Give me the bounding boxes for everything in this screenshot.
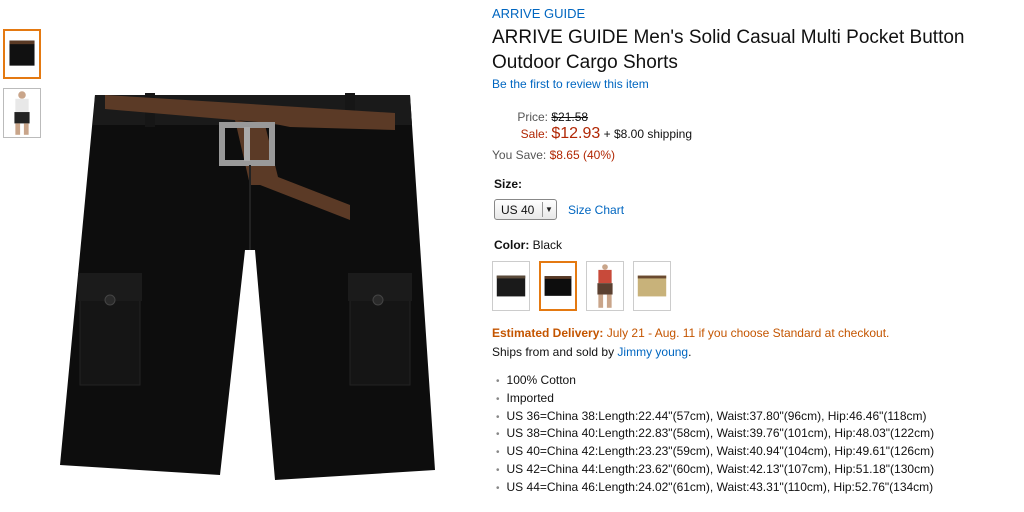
list-item: US 42=China 44:Length:23.62"(60cm), Wais… <box>496 461 935 479</box>
color-swatch-khaki[interactable] <box>633 261 671 311</box>
list-item: US 38=China 40:Length:22.83"(58cm), Wais… <box>496 425 935 443</box>
review-link[interactable]: Be the first to review this item <box>492 77 649 91</box>
delivery-label: Estimated Delivery: <box>492 326 604 340</box>
khaki-shorts-swatch-image <box>637 275 667 297</box>
color-selected-value: Black <box>532 238 563 252</box>
savings-row: You Save: $8.65 (40%) <box>492 148 615 162</box>
ships-from: Ships from and sold by Jimmy young. <box>492 345 691 359</box>
sale-price: $12.93 <box>551 125 601 142</box>
color-swatch-brown[interactable] <box>586 261 624 311</box>
seller-link[interactable]: Jimmy young <box>617 345 688 359</box>
ships-suffix: . <box>688 345 692 359</box>
shipping-cost: + $8.00 shipping <box>603 127 693 141</box>
list-item: US 36=China 38:Length:22.44"(57cm), Wais… <box>496 408 934 426</box>
color-swatch-black-selected[interactable] <box>539 261 577 311</box>
color-label-text: Color: <box>494 238 530 252</box>
product-title: ARRIVE GUIDE Men's Solid Casual Multi Po… <box>492 27 965 73</box>
black-shorts-swatch-image <box>496 275 526 297</box>
ships-prefix: Ships from and sold by <box>492 345 615 359</box>
size-select[interactable]: US 40 ▼ <box>494 199 557 220</box>
black-shorts-selected-swatch-image <box>544 276 572 296</box>
feature-bullets: 100% Cotton Imported US 36=China 38:Leng… <box>496 372 935 497</box>
list-item: US 44=China 46:Length:24.02"(61cm), Wais… <box>496 479 934 497</box>
size-label: Size: <box>494 177 523 191</box>
list-price-row: Price: $21.58 <box>492 110 588 124</box>
sale-price-row: Sale: $12.93 + $8.00 shipping <box>492 125 692 143</box>
size-chart-link[interactable]: Size Chart <box>568 203 624 217</box>
save-label: You Save: <box>492 148 547 162</box>
list-item: 100% Cotton <box>496 372 934 390</box>
model-thumbnail-image <box>14 91 30 135</box>
list-item: Imported <box>496 390 934 408</box>
list-item: US 40=China 42:Length:23.23"(59cm), Wais… <box>496 443 935 461</box>
color-swatch-black[interactable] <box>492 261 530 311</box>
list-price: $21.58 <box>551 110 589 124</box>
chevron-down-icon: ▼ <box>542 202 555 217</box>
shorts-thumbnail-image <box>9 40 35 66</box>
thumbnail-front[interactable] <box>3 29 41 79</box>
size-selected-value: US 40 <box>501 203 535 217</box>
price-label: Price: <box>517 110 548 124</box>
thumbnail-model[interactable] <box>3 88 41 138</box>
save-value: $8.65 (40%) <box>549 148 615 162</box>
brand-link[interactable]: ARRIVE GUIDE <box>492 6 585 21</box>
delivery-text: July 21 - Aug. 11 if you choose Standard… <box>606 326 890 340</box>
sale-label: Sale: <box>520 127 548 141</box>
estimated-delivery: Estimated Delivery: July 21 - Aug. 11 if… <box>492 326 889 340</box>
main-product-image <box>50 75 450 485</box>
brown-shorts-model-swatch-image <box>597 264 613 308</box>
color-label: Color: Black <box>494 238 562 252</box>
